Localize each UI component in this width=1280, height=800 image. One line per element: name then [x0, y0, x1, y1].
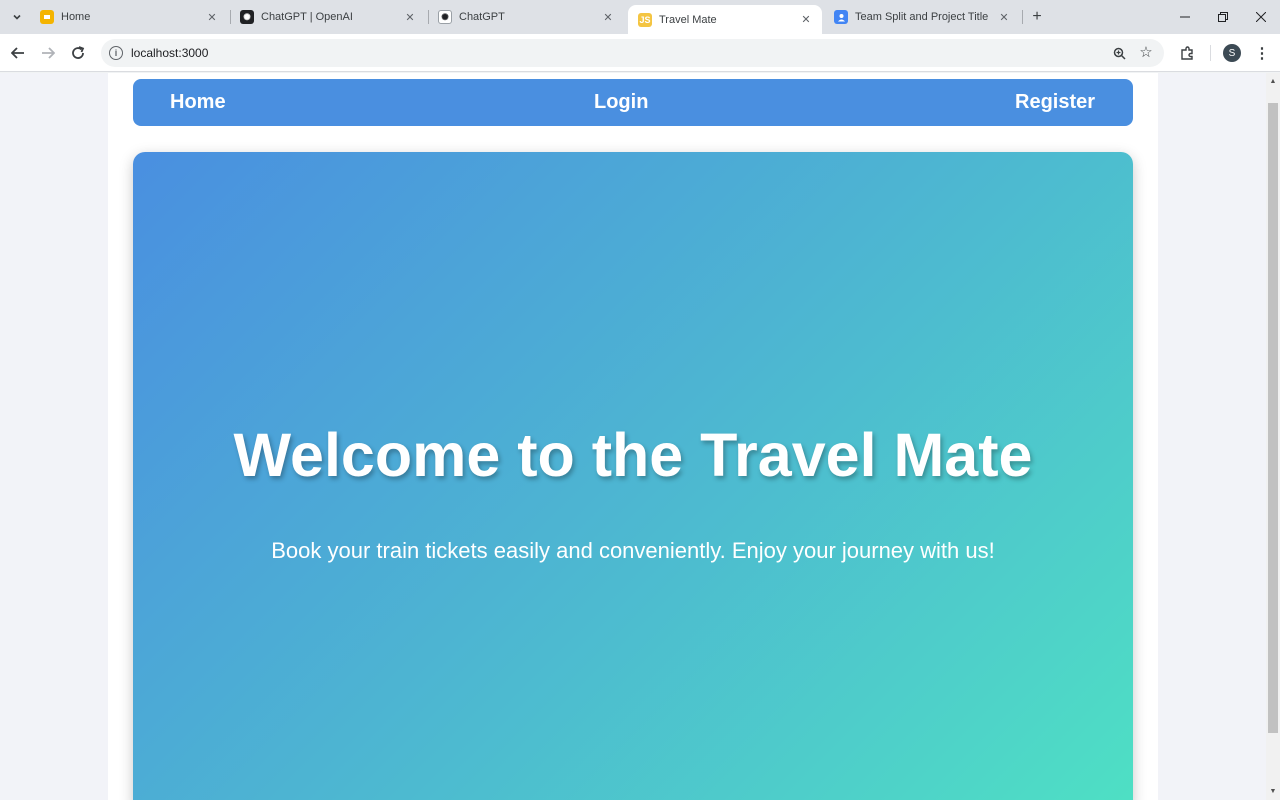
browser-toolbar: i localhost:3000 ☆ S ⋮ — [0, 34, 1280, 72]
hero-subtitle: Book your train tickets easily and conve… — [271, 538, 995, 563]
tab-divider — [1022, 10, 1023, 24]
site-info-icon[interactable]: i — [109, 46, 123, 60]
zoom-icon[interactable] — [1111, 45, 1127, 61]
hero-banner: Welcome to the Travel Mate Book your tra… — [133, 152, 1133, 800]
scroll-down-arrow-icon[interactable]: ▼ — [1266, 785, 1280, 797]
page-viewport: Home Login Register Welcome to the Trave… — [0, 73, 1266, 800]
toolbar-divider — [1210, 45, 1211, 61]
nav-login-link[interactable]: Login — [594, 79, 648, 126]
close-window-icon[interactable] — [1242, 0, 1280, 34]
tab-title: Home — [61, 11, 91, 23]
browser-tab[interactable]: Team Split and Project Title ✕ — [824, 0, 1020, 34]
tab-title: Travel Mate — [659, 13, 717, 26]
extensions-icon[interactable] — [1177, 43, 1197, 63]
address-url[interactable]: localhost:3000 — [131, 46, 208, 60]
browser-tab[interactable]: ✺ ChatGPT | OpenAI ✕ — [230, 0, 426, 34]
hero-title: Welcome to the Travel Mate — [233, 421, 1033, 489]
profile-avatar[interactable]: S — [1223, 44, 1241, 62]
scroll-up-arrow-icon[interactable]: ▲ — [1266, 75, 1280, 87]
site-navbar: Home Login Register — [133, 79, 1133, 126]
reload-icon[interactable] — [67, 42, 89, 64]
close-tab-icon[interactable]: ✕ — [996, 9, 1012, 25]
minimize-icon[interactable] — [1166, 0, 1204, 34]
tab-title: ChatGPT — [459, 11, 505, 23]
tab-search-icon[interactable] — [6, 6, 28, 28]
bookmark-star-icon[interactable]: ☆ — [1138, 44, 1154, 61]
react-js-icon: JS — [638, 12, 652, 27]
scrollbar-thumb[interactable] — [1268, 103, 1278, 733]
close-tab-icon[interactable]: ✕ — [402, 9, 418, 25]
back-icon[interactable] — [7, 42, 29, 64]
browser-menu-icon[interactable]: ⋮ — [1253, 43, 1271, 63]
close-tab-icon[interactable]: ✕ — [204, 9, 220, 25]
nav-home-link[interactable]: Home — [170, 79, 226, 126]
browser-tab[interactable]: ✺ ChatGPT ✕ — [428, 0, 624, 34]
tab-title: Team Split and Project Title — [855, 11, 989, 23]
nav-register-link[interactable]: Register — [1015, 79, 1095, 126]
browser-tab[interactable]: Home ✕ — [30, 0, 228, 34]
openai-icon: ✺ — [240, 10, 254, 24]
page-scrollbar[interactable]: ▲ ▼ — [1266, 73, 1280, 800]
slides-icon — [40, 10, 54, 24]
tab-title: ChatGPT | OpenAI — [261, 11, 353, 23]
new-tab-icon[interactable]: + — [1028, 8, 1046, 26]
restore-icon[interactable] — [1204, 0, 1242, 34]
openai-icon: ✺ — [438, 10, 452, 24]
close-tab-icon[interactable]: ✕ — [600, 9, 616, 25]
address-bar[interactable]: i localhost:3000 ☆ — [101, 39, 1164, 67]
browser-tab-active[interactable]: JS Travel Mate ✕ — [628, 5, 822, 34]
user-icon — [834, 10, 848, 24]
forward-icon[interactable] — [37, 42, 59, 64]
close-tab-icon[interactable]: ✕ — [798, 12, 814, 28]
page-container: Home Login Register Welcome to the Trave… — [108, 73, 1158, 800]
browser-tab-strip: Home ✕ ✺ ChatGPT | OpenAI ✕ ✺ ChatGPT ✕ … — [0, 0, 1280, 34]
